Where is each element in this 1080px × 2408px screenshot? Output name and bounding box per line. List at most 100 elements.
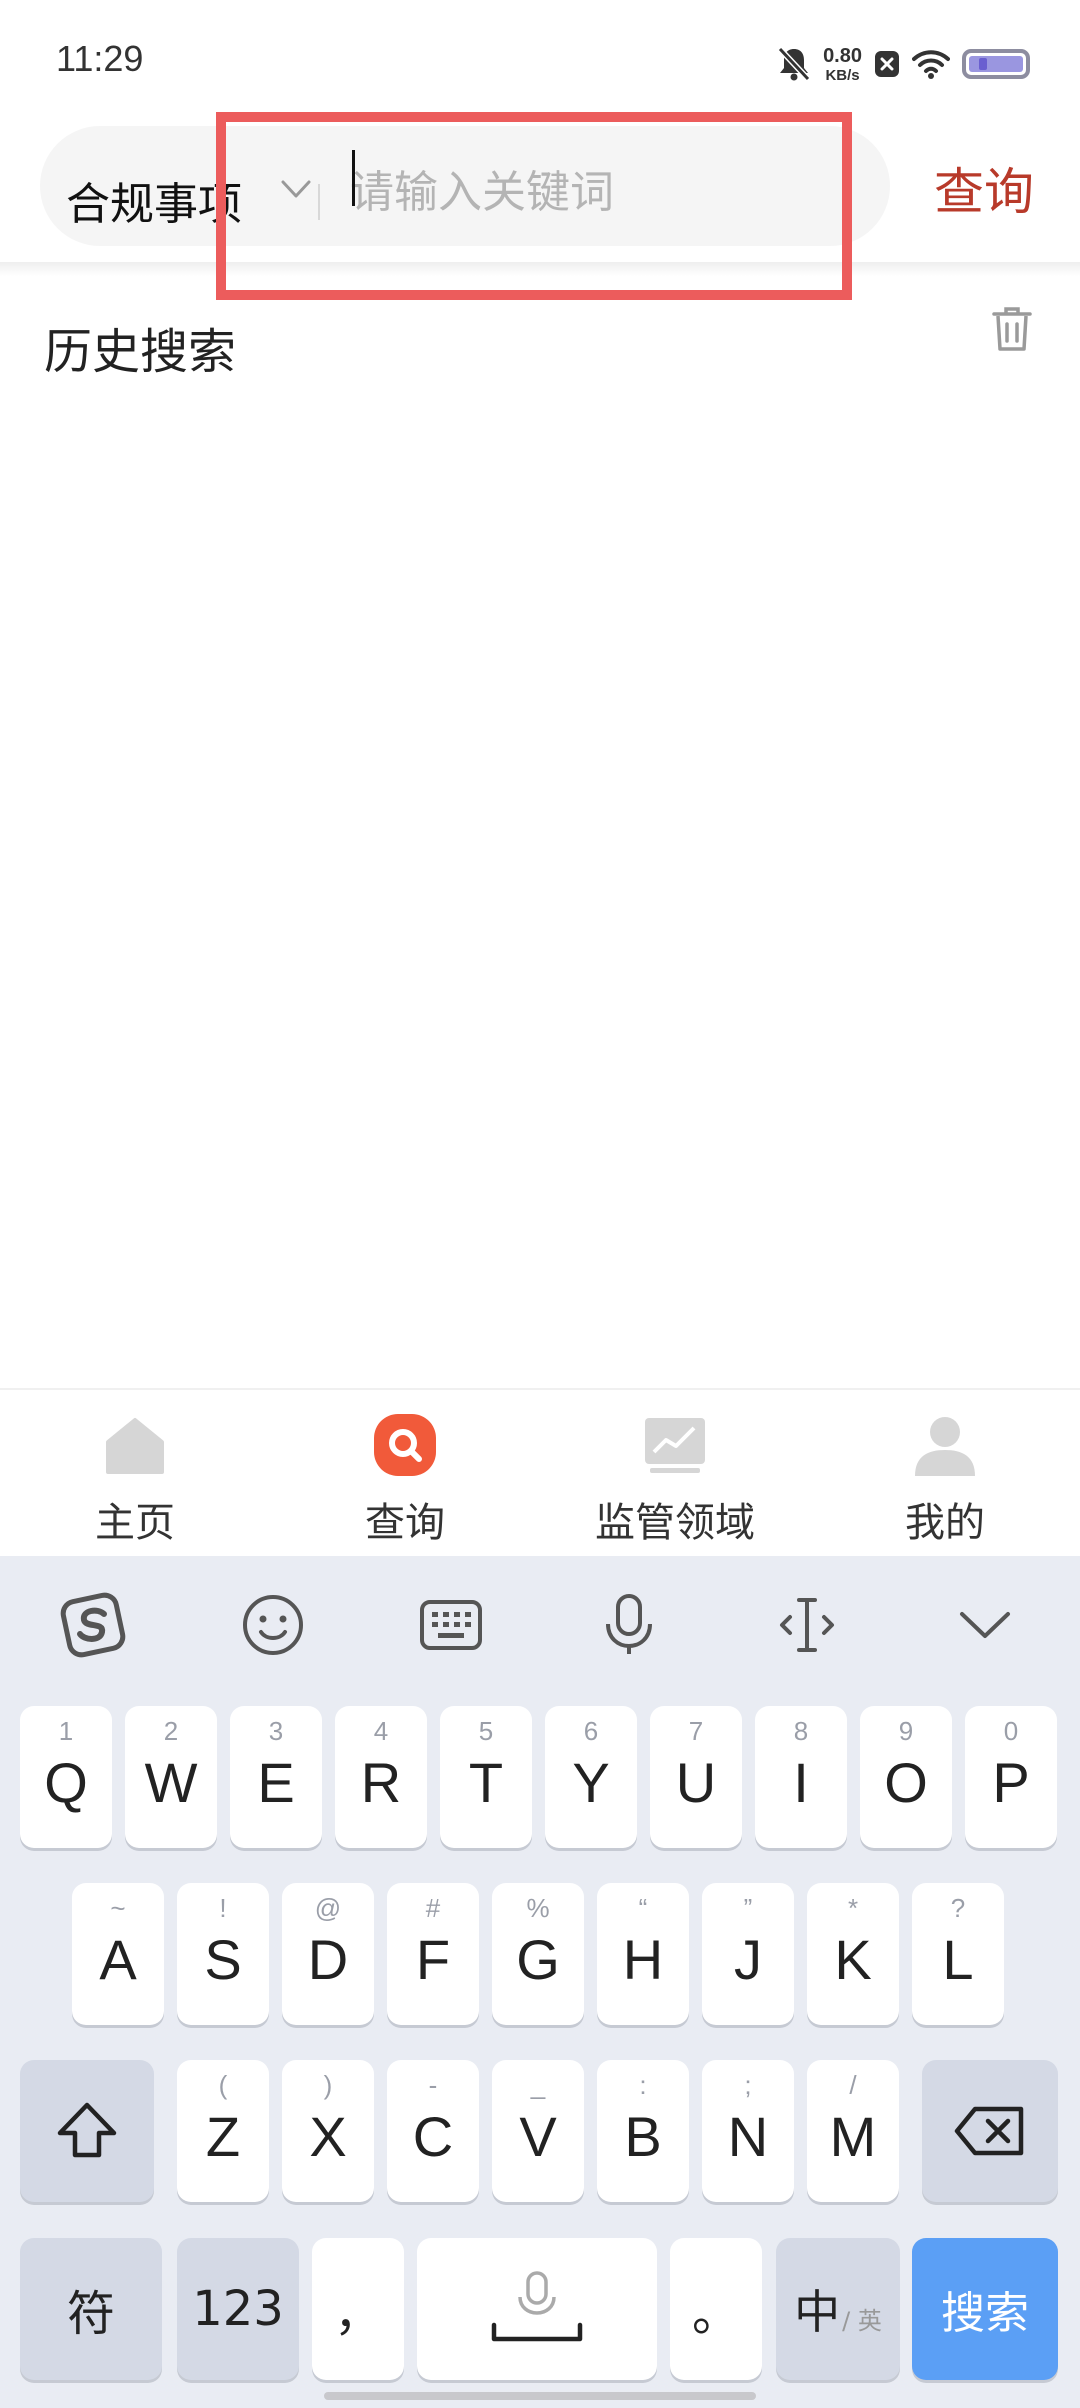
key-a-label: A [99, 1928, 137, 1991]
battery-icon [962, 49, 1030, 79]
voice-space-icon [491, 2271, 583, 2342]
backspace-key[interactable] [922, 2060, 1058, 2202]
key-k[interactable]: * K [807, 1883, 899, 2025]
backspace-key-inner [922, 2060, 1058, 2202]
space-key-inner [417, 2238, 657, 2380]
key-x[interactable]: ) X [282, 2060, 374, 2202]
space-key[interactable] [417, 2238, 657, 2380]
key-s-hint: ! [219, 1893, 227, 1923]
key-i-label: I [793, 1751, 809, 1814]
keyboard-toolbar [0, 1556, 1080, 1692]
shift-key[interactable] [20, 2060, 154, 2202]
key-d[interactable]: @ D [282, 1883, 374, 2025]
network-speed-value: 0.80 [823, 44, 862, 67]
key-d-hint: @ [314, 1893, 342, 1923]
key-a[interactable]: ~ A [72, 1883, 164, 2025]
language-key[interactable]: 中 / 英 [776, 2238, 900, 2380]
nav-label-profile: 我的 [905, 1500, 985, 1546]
symbols-key[interactable]: 符 [20, 2238, 162, 2380]
mute-bell-icon [777, 46, 811, 82]
key-u-label: U [675, 1751, 717, 1814]
numbers-key-label: 123 [192, 2281, 284, 2337]
nav-item-home[interactable]: 主页 [0, 1390, 270, 1558]
home-indicator[interactable] [324, 2392, 756, 2400]
cursor-move-icon[interactable] [772, 1590, 842, 1660]
key-s-label: S [204, 1928, 242, 1991]
key-n[interactable]: ; N [702, 2060, 794, 2202]
key-g-label: G [516, 1928, 560, 1991]
key-i[interactable]: 8I [755, 1706, 847, 1848]
key-x-hint: ) [323, 2070, 333, 2100]
bottom-nav: 主页 查询 监管领域 我的 [0, 1388, 1080, 1556]
network-speed-unit: KB/s [825, 66, 860, 84]
comma-key[interactable]: ， [312, 2238, 404, 2380]
nav-item-regulation[interactable]: 监管领域 [540, 1390, 810, 1558]
key-l-hint: ? [950, 1893, 966, 1923]
keyboard-icon[interactable] [416, 1590, 486, 1660]
key-d-label: D [307, 1928, 349, 1991]
key-t[interactable]: 5T [440, 1706, 532, 1848]
key-b[interactable]: :B [597, 2060, 689, 2202]
key-m-hint: / [849, 2070, 857, 2100]
key-s[interactable]: ! S [177, 1883, 269, 2025]
search-key-label: 搜索 [941, 2288, 1029, 2339]
query-button[interactable]: 查询 [934, 152, 1034, 224]
key-y-label: Y [572, 1751, 610, 1814]
key-g[interactable]: % G [492, 1883, 584, 2025]
key-p[interactable]: 0P [965, 1706, 1057, 1848]
category-selector[interactable]: 合规事项 [66, 168, 242, 232]
key-q-hint: 1 [58, 1716, 74, 1746]
key-j-label: J [734, 1928, 762, 1991]
network-speed: 0.80 KB/s [823, 46, 862, 83]
key-w[interactable]: 2W [125, 1706, 217, 1848]
microphone-icon[interactable] [594, 1590, 664, 1660]
key-j[interactable]: ” J [702, 1883, 794, 2025]
key-e[interactable]: 3E [230, 1706, 322, 1848]
key-r[interactable]: 4R [335, 1706, 427, 1848]
status-icons: 0.80 KB/s [777, 40, 1030, 88]
key-n-label: N [727, 2105, 769, 2168]
key-q[interactable]: 1Q [20, 1706, 112, 1848]
chevron-down-icon[interactable] [278, 170, 314, 210]
nav-item-search[interactable]: 查询 [270, 1390, 540, 1558]
search-header: 合规事项 查询 [0, 120, 1080, 262]
status-time: 11:29 [56, 38, 144, 79]
key-h[interactable]: “H [597, 1883, 689, 2025]
key-w-label: W [144, 1751, 198, 1814]
status-bar: 11:29 0.80 KB/s [0, 0, 1080, 120]
key-o[interactable]: 9O [860, 1706, 952, 1848]
trash-icon[interactable] [990, 304, 1034, 354]
emoji-icon[interactable] [238, 1590, 308, 1660]
key-o-hint: 9 [898, 1716, 914, 1746]
key-l[interactable]: ? L [912, 1883, 1004, 2025]
search-key[interactable]: 搜索 [912, 2238, 1058, 2380]
key-q-label: Q [44, 1751, 88, 1814]
nav-item-profile[interactable]: 我的 [810, 1390, 1080, 1558]
search-icon [374, 1414, 436, 1476]
key-p-label: P [992, 1751, 1030, 1814]
key-f[interactable]: # F [387, 1883, 479, 2025]
chevron-down-icon[interactable] [950, 1590, 1020, 1660]
close-box-icon [875, 51, 899, 77]
key-j-hint: ” [743, 1893, 753, 1923]
key-m[interactable]: / M [807, 2060, 899, 2202]
key-u[interactable]: 7U [650, 1706, 742, 1848]
key-c-hint: - [428, 2070, 438, 2100]
key-v[interactable]: _ V [492, 2060, 584, 2202]
battery-level [969, 56, 1023, 72]
key-h-label: H [622, 1928, 664, 1991]
language-key-inner: 中 / 英 [776, 2238, 900, 2380]
history-title: 历史搜索 [44, 324, 237, 380]
numbers-key[interactable]: 123 [177, 2238, 299, 2380]
search-input[interactable] [350, 160, 830, 224]
key-r-label: R [360, 1751, 402, 1814]
sogou-logo-icon[interactable] [58, 1590, 128, 1660]
key-c[interactable]: -C [387, 2060, 479, 2202]
key-f-label: F [415, 1928, 451, 1991]
key-z[interactable]: (Z [177, 2060, 269, 2202]
nav-label-home: 主页 [95, 1500, 175, 1546]
key-g-hint: % [526, 1893, 550, 1923]
key-y[interactable]: 6Y [545, 1706, 637, 1848]
period-key[interactable]: 。 [670, 2238, 762, 2380]
key-a-hint: ~ [110, 1893, 126, 1923]
